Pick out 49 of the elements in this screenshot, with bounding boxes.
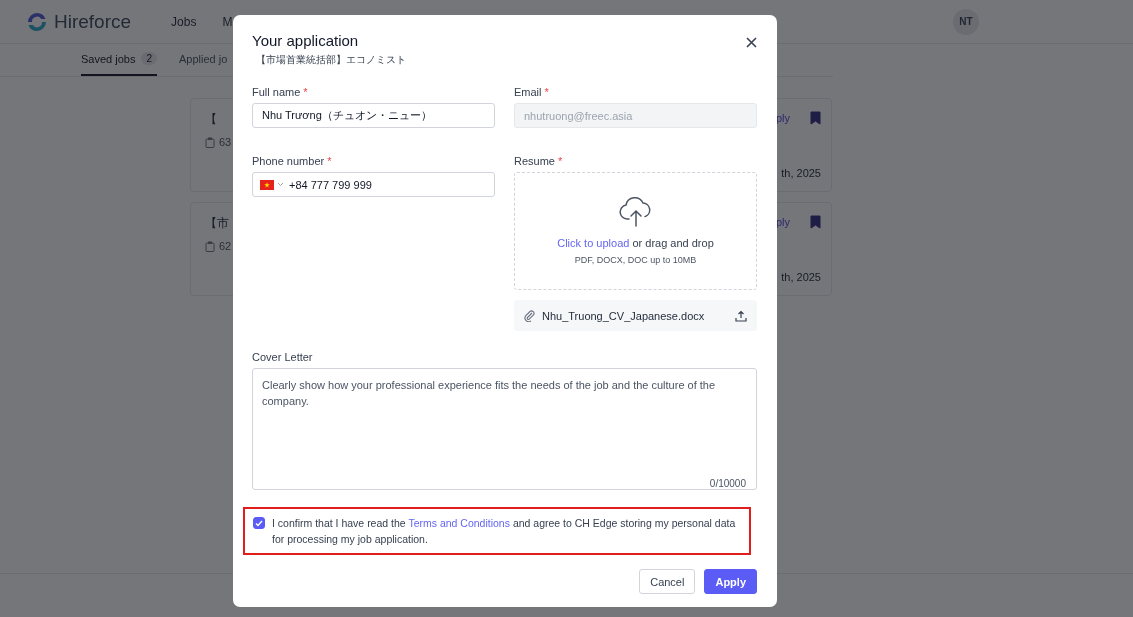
user-avatar[interactable]: NT	[953, 8, 979, 35]
field-label: Full name	[252, 86, 301, 98]
job-title: 【	[205, 111, 218, 128]
job-count: 63	[219, 136, 232, 148]
upload-link[interactable]: Click to upload	[557, 237, 630, 249]
job-title: 【市	[205, 215, 230, 232]
field-label: Resume	[514, 155, 555, 167]
cancel-button[interactable]: Cancel	[639, 569, 696, 594]
character-counter: 0/10000	[709, 478, 746, 489]
full-name-field[interactable]: Nhu Trương（チュオン・ニュー）	[252, 103, 495, 128]
chevron-icon[interactable]	[277, 182, 284, 187]
field-label: Cover Letter	[252, 351, 313, 363]
nav-link[interactable]: Jobs	[171, 14, 197, 29]
tab[interactable]: Applied jo	[179, 44, 228, 76]
flag-icon[interactable]	[260, 180, 274, 190]
upload-dropzone[interactable]: Click to upload or drag and drop PDF, DOCX, DOC up to 10MB	[514, 172, 757, 290]
count-badge: 2	[141, 52, 157, 65]
upload-icon[interactable]	[735, 309, 747, 322]
close-icon[interactable]	[746, 37, 757, 48]
file-name: Nhu_Truong_CV_Japanese.docx	[542, 309, 705, 322]
clipboard-icon	[205, 136, 215, 148]
required-mark: *	[303, 86, 308, 98]
job-subtitle: 【市場首業統括部】エコノミスト	[256, 53, 407, 67]
consent-text: I confirm that I have read the Terms and Conditions and agree to CH Edge storing my personal data for processing my job application.	[272, 516, 737, 547]
job-date: th, 2025	[781, 167, 821, 179]
dialog-title: Your application	[252, 32, 359, 49]
upload-hint: PDF, DOCX, DOC up to 10MB	[574, 255, 697, 265]
job-date: th, 2025	[781, 271, 821, 283]
field-label: Phone number	[252, 155, 325, 167]
required-mark: *	[544, 86, 549, 98]
logo-text: Hireforce	[54, 10, 132, 33]
apply-button[interactable]: Apply	[704, 569, 757, 594]
required-mark: *	[557, 155, 563, 167]
field-label: Email	[514, 86, 542, 98]
logo-icon	[26, 10, 48, 33]
tab[interactable]: Saved jobs 2	[81, 44, 157, 76]
required-mark: *	[327, 155, 332, 167]
apply-link[interactable]: ply	[775, 216, 790, 228]
nav-link[interactable]: M	[222, 14, 233, 29]
terms-link[interactable]: Terms and Conditions	[408, 517, 510, 529]
job-count: 62	[219, 240, 232, 252]
apply-link[interactable]: ply	[775, 112, 790, 124]
clipboard-icon	[205, 240, 215, 252]
paperclip-icon	[524, 309, 535, 322]
bookmark-icon[interactable]	[810, 111, 821, 125]
upload-instructions: Click to upload or drag and drop	[557, 237, 714, 249]
checkbox[interactable]	[253, 517, 265, 529]
bookmark-icon[interactable]	[810, 215, 821, 229]
phone-field[interactable]: +84 777 799 999	[252, 172, 495, 197]
